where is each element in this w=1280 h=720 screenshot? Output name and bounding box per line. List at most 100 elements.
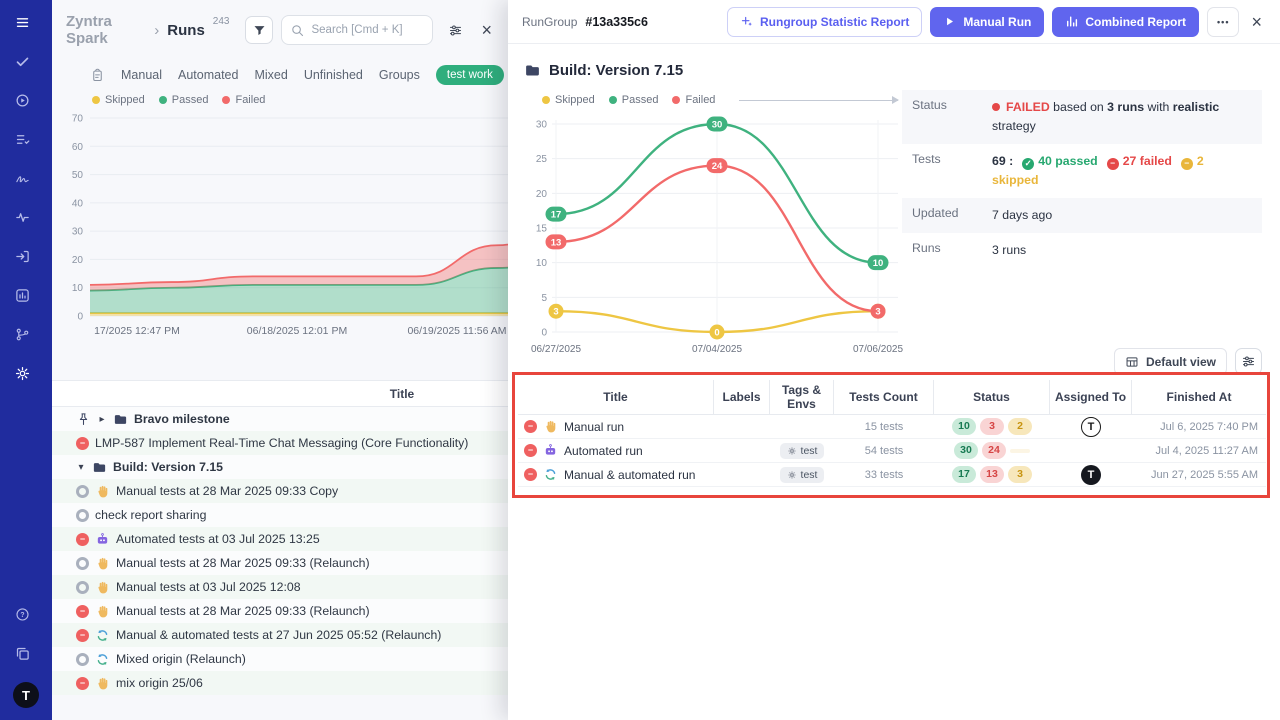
svg-text:20: 20 xyxy=(72,255,84,266)
svg-text:30: 30 xyxy=(536,120,548,131)
list-item[interactable]: −mix origin 25/06 xyxy=(52,671,508,695)
list-item[interactable]: −Manual & automated tests at 27 Jun 2025… xyxy=(52,623,508,647)
view-settings-button[interactable] xyxy=(1235,348,1262,375)
column-header-labels[interactable]: Labels xyxy=(714,380,770,414)
table-row[interactable]: −Automated runtest54 tests3024Jul 4, 202… xyxy=(518,439,1266,463)
tab-groups[interactable]: Groups xyxy=(379,68,420,82)
tab-mixed[interactable]: Mixed xyxy=(254,68,287,82)
sidebar-item-help[interactable]: ? xyxy=(15,606,38,629)
svg-text:0: 0 xyxy=(77,312,83,323)
neutral-status-icon xyxy=(76,557,89,570)
filter-button[interactable] xyxy=(245,16,273,44)
sidebar-item-menu[interactable] xyxy=(15,14,38,37)
svg-text:3: 3 xyxy=(553,307,558,318)
rungroup-info: Status FAILED based on 3 runs with reali… xyxy=(902,90,1262,268)
list-item[interactable]: Manual tests at 28 Mar 2025 09:33 Copy xyxy=(52,479,508,503)
svg-text:17: 17 xyxy=(551,210,562,221)
combined-report-button[interactable]: Combined Report xyxy=(1052,7,1199,37)
sidebar-item-branch[interactable] xyxy=(15,326,38,349)
view-controls: Default view xyxy=(1114,348,1262,375)
list-item[interactable]: Mixed origin (Relaunch) xyxy=(52,647,508,671)
list-item[interactable]: check report sharing xyxy=(52,503,508,527)
sidebar-item-bar-chart-box[interactable] xyxy=(15,287,38,310)
hand-icon xyxy=(95,580,110,595)
failed-status-icon: − xyxy=(76,533,89,546)
sidebar-item-import[interactable] xyxy=(15,248,38,271)
sidebar-item-gear[interactable] xyxy=(15,365,38,388)
search-box[interactable] xyxy=(281,15,433,45)
sidebar-item-check[interactable] xyxy=(15,53,38,76)
breadcrumb-app[interactable]: Zyntra Spark xyxy=(66,13,146,47)
svg-text:17/2025 12:47 PM: 17/2025 12:47 PM xyxy=(94,325,180,337)
list-item[interactable]: − Manual tests at 28 Mar 2025 09:33 (Rela… xyxy=(52,599,508,623)
sidebar-item-play-circle[interactable] xyxy=(15,92,38,115)
finished-at: Jun 27, 2025 5:55 AM xyxy=(1132,463,1266,486)
table-row[interactable]: −Manual & automated runtest33 tests17133… xyxy=(518,463,1266,487)
user-avatar[interactable]: T xyxy=(13,682,39,708)
status-text: based on xyxy=(1050,100,1107,114)
default-view-button[interactable]: Default view xyxy=(1114,348,1227,375)
pin-icon xyxy=(76,412,91,427)
sidebar-item-folders[interactable] xyxy=(15,645,38,668)
column-header-assigned-to[interactable]: Assigned To xyxy=(1050,380,1132,414)
minus-circle-icon: − xyxy=(1181,158,1193,170)
svg-text:13: 13 xyxy=(551,237,562,248)
close-panel-button[interactable]: × xyxy=(477,21,496,39)
list-item[interactable]: Manual tests at 28 Mar 2025 09:33 (Relau… xyxy=(52,551,508,575)
columns-settings-button[interactable] xyxy=(441,16,469,44)
neutral-status-icon xyxy=(76,485,89,498)
tab-unfinished[interactable]: Unfinished xyxy=(304,68,363,82)
column-header-tags-envs[interactable]: Tags & Envs xyxy=(770,380,834,414)
svg-text:60: 60 xyxy=(72,142,84,153)
sidebar-item-signature[interactable] xyxy=(15,170,38,193)
column-header-title[interactable]: Title xyxy=(518,380,714,414)
list-item[interactable]: −LMP-587 Implement Real-Time Chat Messag… xyxy=(52,431,508,455)
list-item[interactable]: ▾Build: Version 7.15 xyxy=(52,455,508,479)
tab-manual[interactable]: Manual xyxy=(121,68,162,82)
passed-count-pill: 17 xyxy=(952,466,976,483)
labels-cell xyxy=(714,439,770,462)
sliders-icon xyxy=(1241,354,1256,369)
hand-icon xyxy=(543,419,558,434)
list-item[interactable]: Manual tests at 03 Jul 2025 12:08 xyxy=(52,575,508,599)
assigned-cell xyxy=(1050,439,1132,462)
list-item[interactable]: ▸Bravo milestone xyxy=(52,407,508,431)
tag-pill[interactable]: test xyxy=(780,467,825,483)
assignee-avatar[interactable]: T xyxy=(1081,465,1101,485)
rungroup-id: #13a335c6 xyxy=(585,15,648,29)
svg-text:0: 0 xyxy=(714,328,719,339)
runs-value: 3 runs xyxy=(992,241,1250,260)
runs-list: ▸Bravo milestone−LMP-587 Implement Real-… xyxy=(52,407,508,695)
close-drawer-button[interactable]: × xyxy=(1247,13,1266,31)
rungroup-heading: Build: Version 7.15 xyxy=(549,62,683,79)
column-header-status[interactable]: Status xyxy=(934,380,1050,414)
button-label: Default view xyxy=(1146,355,1216,369)
list-item[interactable]: −Automated tests at 03 Jul 2025 13:25 xyxy=(52,527,508,551)
tag-filter-pill[interactable]: test work xyxy=(436,65,504,85)
tests-passed: 40 passed xyxy=(1038,154,1097,168)
finished-at: Jul 6, 2025 7:40 PM xyxy=(1132,415,1266,438)
assignee-avatar[interactable]: T xyxy=(1081,417,1101,437)
column-header-tests-count[interactable]: Tests Count xyxy=(834,380,934,414)
svg-text:07/04/2025: 07/04/2025 xyxy=(692,344,742,355)
table-row[interactable]: −Manual run15 tests1032TJul 6, 2025 7:40… xyxy=(518,415,1266,439)
more-options-button[interactable]: ••• xyxy=(1207,7,1239,37)
sidebar-item-task-list[interactable] xyxy=(15,131,38,154)
column-header-finished-at[interactable]: Finished At xyxy=(1132,380,1266,414)
tab-automated[interactable]: Automated xyxy=(178,68,238,82)
info-label-runs: Runs xyxy=(912,241,992,260)
run-title: Manual tests at 28 Mar 2025 09:33 (Relau… xyxy=(116,604,370,618)
info-label-tests: Tests xyxy=(912,152,992,190)
tests-value: 69 :✓40 passed−27 failed−2 skipped xyxy=(992,152,1250,190)
failed-status-icon: − xyxy=(76,605,89,618)
info-row-tests: Tests 69 :✓40 passed−27 failed−2 skipped xyxy=(902,144,1262,198)
bar-chart-icon xyxy=(1065,15,1078,28)
help-icon: ? xyxy=(15,607,30,622)
sidebar-item-pulse[interactable] xyxy=(15,209,38,232)
search-input[interactable] xyxy=(311,24,424,36)
caret-down-icon[interactable]: ▾ xyxy=(76,462,86,473)
rungroup-statistic-report-button[interactable]: Rungroup Statistic Report xyxy=(727,7,922,37)
manual-run-button[interactable]: Manual Run xyxy=(930,7,1044,37)
tag-pill[interactable]: test xyxy=(780,443,825,459)
caret-right-icon[interactable]: ▸ xyxy=(97,414,107,425)
